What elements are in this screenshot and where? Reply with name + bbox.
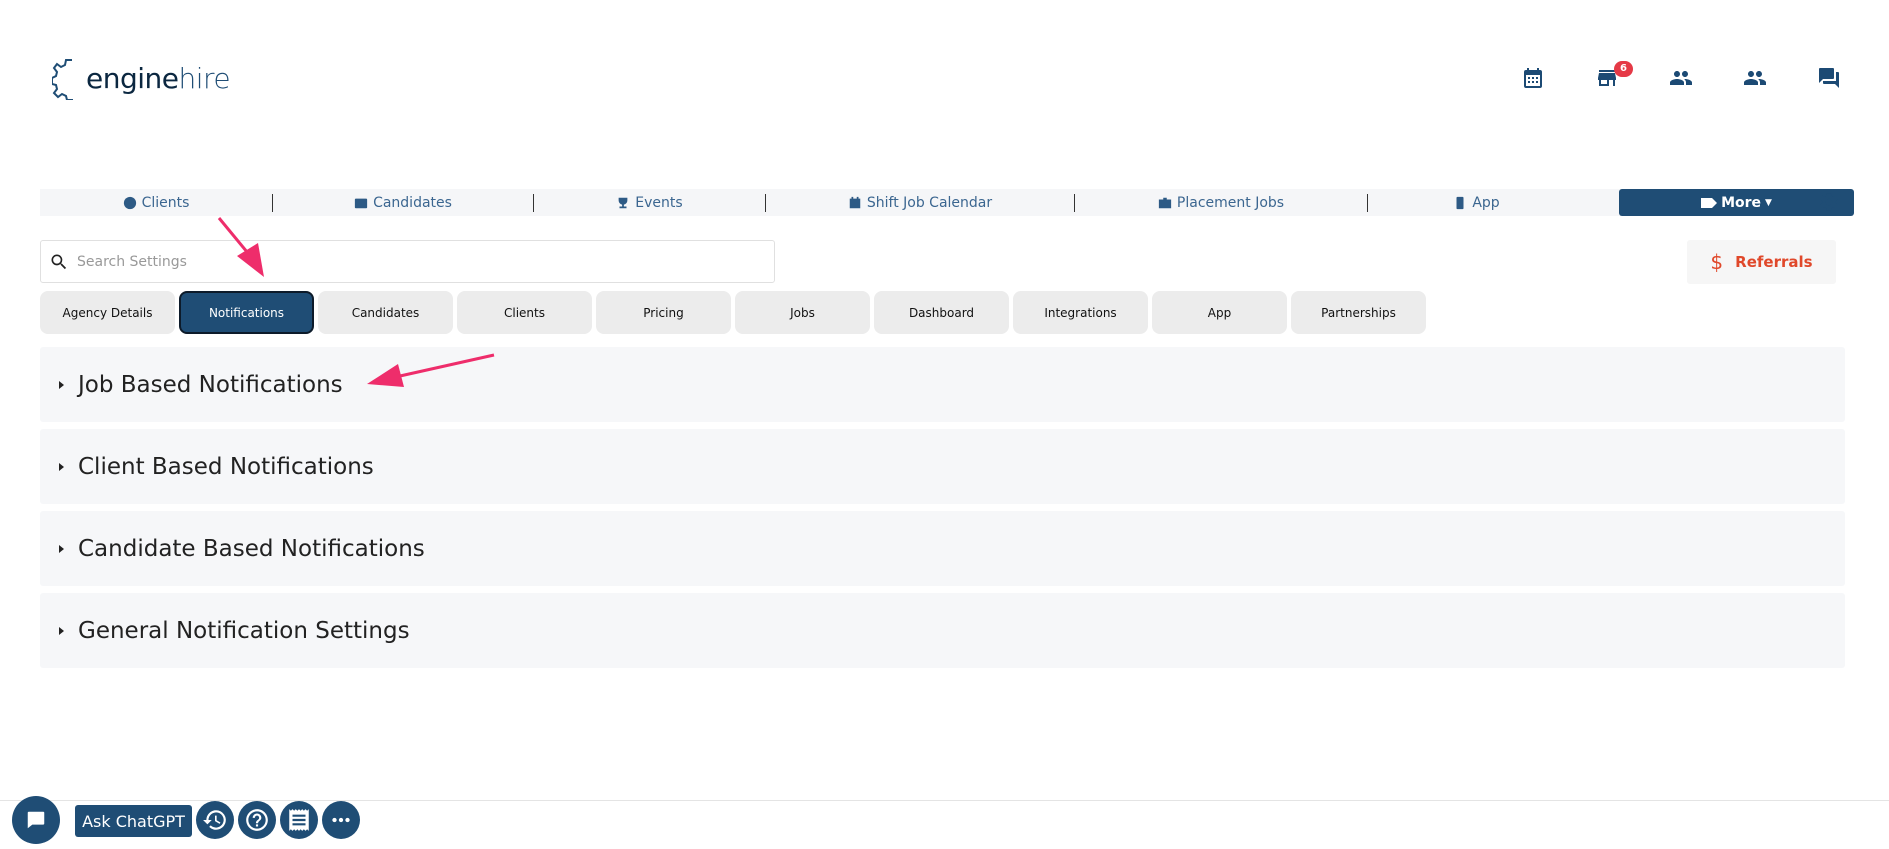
chat-icon xyxy=(1819,68,1839,88)
accordion-candidate-based-notifications[interactable]: Candidate Based Notifications xyxy=(40,511,1845,586)
history-icon xyxy=(203,810,226,830)
caret-right-icon xyxy=(59,544,64,553)
accordion-title: Job Based Notifications xyxy=(78,371,343,398)
accordion-title: General Notification Settings xyxy=(78,617,410,644)
tab-agency-details[interactable]: Agency Details xyxy=(40,291,175,334)
ask-chatgpt-button[interactable]: Ask ChatGPT xyxy=(75,805,192,837)
nav-shift-job-calendar-label: Shift Job Calendar xyxy=(866,194,993,211)
settings-tabs: Agency Details Notifications Candidates … xyxy=(40,291,1430,334)
calendar-icon xyxy=(849,196,861,208)
referrals-label: Referrals xyxy=(1735,253,1813,271)
tag-icon xyxy=(1701,197,1718,208)
accordion-job-based-notifications[interactable]: Job Based Notifications xyxy=(40,347,1845,422)
search-icon xyxy=(51,254,67,269)
mobile-icon xyxy=(1456,196,1464,209)
more-label: More xyxy=(1721,194,1762,211)
caret-right-icon xyxy=(59,380,64,389)
tab-integrations[interactable]: Integrations xyxy=(1013,291,1148,334)
accordion-title: Candidate Based Notifications xyxy=(78,535,425,562)
dollar-icon: $ xyxy=(1710,250,1724,274)
logo-text-engine: engine xyxy=(86,61,179,95)
tab-notifications[interactable]: Notifications xyxy=(179,291,314,334)
notification-badge: 6 xyxy=(1614,61,1633,77)
nav-app-label: App xyxy=(1472,194,1500,211)
main-nav: Clients Candidates Events Shift Job Cale… xyxy=(40,189,1854,216)
tab-pricing[interactable]: Pricing xyxy=(596,291,731,334)
nav-events[interactable]: Events xyxy=(534,189,765,216)
nav-placement-jobs-label: Placement Jobs xyxy=(1176,194,1285,211)
nav-candidates-label: Candidates xyxy=(373,194,452,211)
more-options-button[interactable] xyxy=(322,801,360,839)
nav-events-label: Events xyxy=(635,194,683,211)
nav-clients-label: Clients xyxy=(141,194,190,211)
people-icon xyxy=(1744,71,1766,85)
nav-placement-jobs[interactable]: Placement Jobs xyxy=(1075,189,1367,216)
engine-hire-logo[interactable]: enginehire xyxy=(52,56,231,100)
bottom-divider xyxy=(0,800,1889,801)
chat-widget-button[interactable] xyxy=(12,796,60,844)
globe-icon xyxy=(123,196,136,209)
accordion-title: Client Based Notifications xyxy=(78,453,374,480)
receipt-icon xyxy=(289,809,309,831)
trophy-icon xyxy=(618,197,628,208)
question-icon xyxy=(246,809,268,831)
nav-app[interactable]: App xyxy=(1368,189,1585,216)
tab-clients[interactable]: Clients xyxy=(457,291,592,334)
search-settings xyxy=(40,240,775,283)
logo-text-hire: hire xyxy=(178,61,231,95)
help-button[interactable] xyxy=(238,801,276,839)
store-button[interactable]: 6 xyxy=(1570,61,1644,94)
people-icon xyxy=(1670,71,1692,85)
annotation-arrows xyxy=(217,217,495,387)
history-button[interactable] xyxy=(196,801,234,839)
tab-app[interactable]: App xyxy=(1152,291,1287,334)
header-icons: 6 xyxy=(1496,61,1866,94)
chat-button[interactable] xyxy=(1792,62,1866,94)
accordion-client-based-notifications[interactable]: Client Based Notifications xyxy=(40,429,1845,504)
gear-icon xyxy=(1820,193,1838,211)
tab-candidates[interactable]: Candidates xyxy=(318,291,453,334)
settings-gear-button[interactable] xyxy=(1818,191,1840,213)
tab-partnerships[interactable]: Partnerships xyxy=(1291,291,1426,334)
tab-dashboard[interactable]: Dashboard xyxy=(874,291,1009,334)
nav-shift-job-calendar[interactable]: Shift Job Calendar xyxy=(766,189,1074,216)
id-card-icon xyxy=(354,198,368,208)
briefcase-icon xyxy=(1158,197,1172,208)
caret-right-icon xyxy=(59,462,64,471)
people-button[interactable] xyxy=(1644,62,1718,94)
chat-bubble-icon xyxy=(27,811,45,829)
nav-candidates[interactable]: Candidates xyxy=(273,189,533,216)
ellipsis-icon xyxy=(332,817,350,823)
caret-right-icon xyxy=(59,626,64,635)
caret-down-icon: ▼ xyxy=(1765,197,1772,208)
nav-clients[interactable]: Clients xyxy=(40,189,272,216)
calendar-icon xyxy=(1524,68,1542,88)
referrals-button[interactable]: $ Referrals xyxy=(1687,240,1836,284)
calendar-button[interactable] xyxy=(1496,62,1570,94)
accordion-general-notification-settings[interactable]: General Notification Settings xyxy=(40,593,1845,668)
receipt-button[interactable] xyxy=(280,801,318,839)
search-input[interactable] xyxy=(77,253,727,270)
people-button-2[interactable] xyxy=(1718,62,1792,94)
tab-jobs[interactable]: Jobs xyxy=(735,291,870,334)
gear-logo-icon xyxy=(52,59,73,100)
